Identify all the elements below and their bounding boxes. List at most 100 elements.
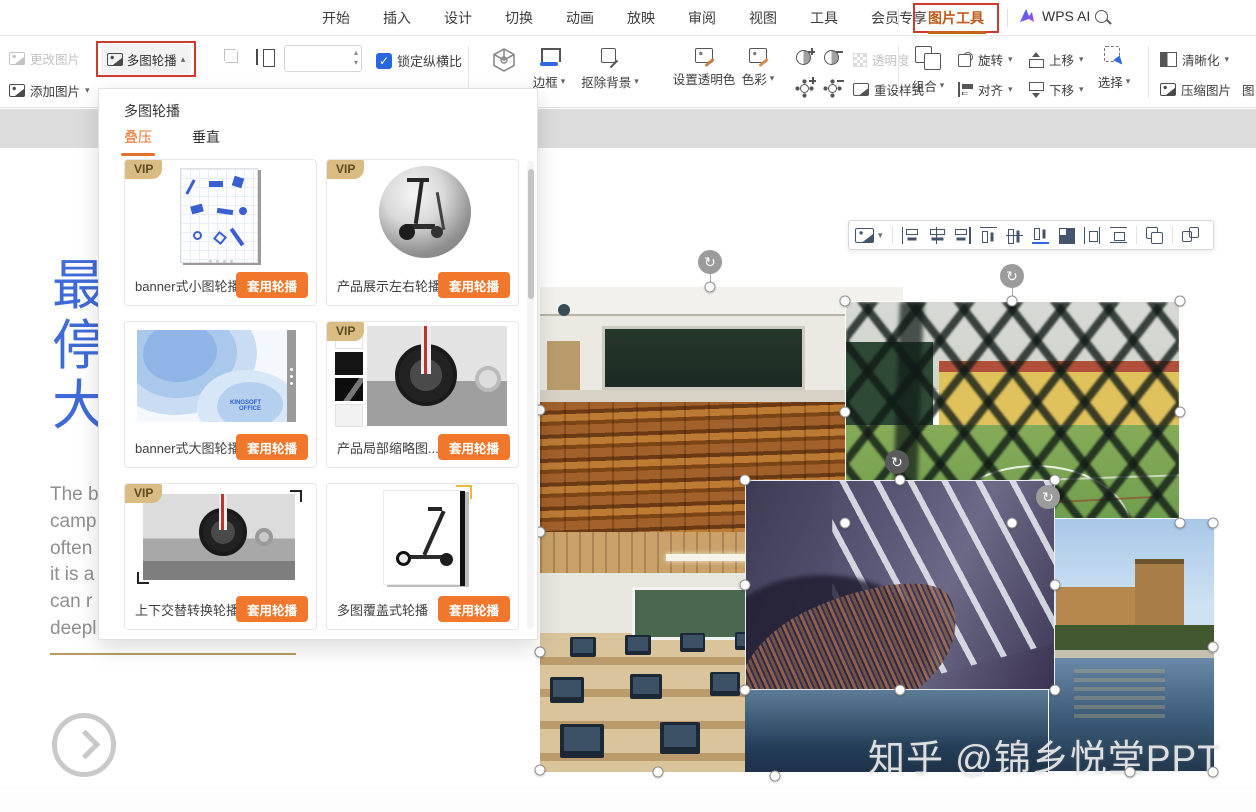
picture-layout-icon[interactable] bbox=[855, 228, 874, 243]
selection-handle[interactable] bbox=[1125, 767, 1136, 778]
group-icon[interactable] bbox=[1146, 227, 1163, 244]
selection-handle[interactable] bbox=[1050, 580, 1061, 591]
selection-handle[interactable] bbox=[535, 765, 546, 776]
tab-animation[interactable]: 动画 bbox=[566, 8, 594, 28]
selection-handle[interactable] bbox=[1175, 518, 1186, 529]
carousel-template-card[interactable]: VIP 产品展示左右轮播 套用轮播 bbox=[326, 159, 519, 306]
next-arrow-button[interactable] bbox=[52, 713, 116, 777]
align-bottom-icon[interactable] bbox=[1032, 227, 1049, 244]
tab-slideshow[interactable]: 放映 bbox=[627, 8, 655, 28]
scrollbar-thumb[interactable] bbox=[528, 169, 534, 299]
selection-handle[interactable] bbox=[705, 282, 716, 293]
tab-design[interactable]: 设计 bbox=[444, 8, 472, 28]
compress-picture-button[interactable]: 压缩图片 图 bbox=[1160, 80, 1255, 99]
bring-forward-button[interactable]: 上移 ▾ bbox=[1028, 50, 1084, 69]
selection-handle[interactable] bbox=[1208, 518, 1219, 529]
send-backward-button[interactable]: 下移 ▾ bbox=[1028, 80, 1084, 99]
selection-handle[interactable] bbox=[535, 647, 546, 658]
remove-background-button[interactable]: 抠除背景▾ bbox=[568, 48, 652, 91]
group-button[interactable]: 组合▾ bbox=[897, 46, 959, 95]
selection-handle[interactable] bbox=[740, 475, 751, 486]
rotation-handle[interactable]: ↻ bbox=[885, 450, 909, 474]
sharpen-button[interactable]: 清晰化 ▾ bbox=[1160, 50, 1229, 69]
crop-icon[interactable] bbox=[221, 49, 238, 66]
rotation-handle[interactable]: ↻ bbox=[1000, 264, 1024, 288]
change-picture-button[interactable]: 更改图片 bbox=[9, 49, 80, 68]
contrast-decrease-icon[interactable] bbox=[824, 50, 839, 65]
tab-vertical[interactable]: 垂直 bbox=[192, 127, 220, 156]
tab-review[interactable]: 审阅 bbox=[688, 8, 716, 28]
brightness-increase-icon[interactable] bbox=[796, 80, 811, 95]
selection-handle[interactable] bbox=[1050, 475, 1061, 486]
carousel-template-card[interactable]: 多图覆盖式轮播 套用轮播 bbox=[326, 483, 519, 630]
tab-transition[interactable]: 切换 bbox=[505, 8, 533, 28]
align-center-horizontal-icon[interactable] bbox=[928, 227, 945, 244]
rotation-handle[interactable]: ↻ bbox=[698, 250, 722, 274]
selection-handle[interactable] bbox=[1007, 518, 1018, 529]
carousel-template-card[interactable]: VIP 产品局部缩略图... 套用轮 bbox=[326, 321, 519, 468]
rotate-button[interactable]: 旋转 ▾ bbox=[958, 50, 1013, 69]
slide-body-text[interactable]: The b camp often it is a can r deepl bbox=[50, 482, 100, 643]
wps-ai-button[interactable]: WPS AI bbox=[1018, 8, 1090, 24]
selection-handle[interactable] bbox=[1175, 407, 1186, 418]
selection-handle[interactable] bbox=[840, 518, 851, 529]
tab-view[interactable]: 视图 bbox=[749, 8, 777, 28]
selection-handle[interactable] bbox=[740, 580, 751, 591]
selection-handle[interactable] bbox=[740, 685, 751, 696]
tab-start[interactable]: 开始 bbox=[322, 8, 350, 28]
spin-down-icon[interactable]: ▾ bbox=[354, 58, 358, 68]
align-middle-vertical-icon[interactable] bbox=[1006, 227, 1023, 244]
distribute-vertical-icon[interactable] bbox=[1110, 227, 1127, 244]
crop-corner-mark bbox=[290, 490, 302, 502]
tab-insert[interactable]: 插入 bbox=[383, 8, 411, 28]
rotation-handle[interactable]: ↻ bbox=[1036, 485, 1060, 509]
tab-tools[interactable]: 工具 bbox=[810, 8, 838, 28]
select-button[interactable]: 选择▾ bbox=[1085, 46, 1143, 91]
carousel-template-card[interactable]: VIP 上下交替转换轮播 套用轮播 bbox=[124, 483, 317, 630]
apply-carousel-button[interactable]: 套用轮播 bbox=[438, 434, 510, 460]
spin-up-icon[interactable]: ▴ bbox=[354, 48, 358, 58]
selection-handle[interactable] bbox=[653, 767, 664, 778]
selection-handle[interactable] bbox=[1050, 685, 1061, 696]
align-button[interactable]: 对齐 ▾ bbox=[958, 80, 1013, 99]
selection-handle[interactable] bbox=[840, 407, 851, 418]
brightness-decrease-icon[interactable] bbox=[824, 80, 839, 95]
align-left-icon[interactable] bbox=[902, 227, 919, 244]
selection-handle[interactable] bbox=[1208, 642, 1219, 653]
clipped-ribbon-item[interactable]: 图 bbox=[1242, 80, 1255, 99]
add-picture-button[interactable]: 添加图片 ▾ bbox=[9, 81, 90, 100]
selection-handle[interactable] bbox=[895, 475, 906, 486]
apply-carousel-button[interactable]: 套用轮播 bbox=[236, 434, 308, 460]
selection-handle[interactable] bbox=[770, 771, 781, 782]
distribute-grid-icon[interactable] bbox=[1058, 227, 1075, 244]
apply-carousel-button[interactable]: 套用轮播 bbox=[438, 272, 510, 298]
columns-icon[interactable] bbox=[256, 49, 274, 65]
align-right-icon[interactable] bbox=[954, 227, 971, 244]
search-icon[interactable] bbox=[1094, 9, 1112, 27]
panel-scrollbar[interactable] bbox=[527, 161, 534, 629]
divider-line bbox=[50, 653, 296, 655]
color-button[interactable]: 色彩▾ bbox=[728, 48, 788, 88]
tab-overlap[interactable]: 叠压 bbox=[124, 127, 152, 156]
checkbox-checked-icon[interactable]: ✓ bbox=[376, 53, 392, 69]
carousel-template-card[interactable]: KINGSOFT OFFICE banner式大图轮播 套用轮播 bbox=[124, 321, 317, 468]
carousel-template-card[interactable]: VIP banner式小图轮播 bbox=[124, 159, 317, 306]
selection-handle[interactable] bbox=[895, 685, 906, 696]
selection-handle[interactable] bbox=[1208, 767, 1219, 778]
apply-carousel-button[interactable]: 套用轮播 bbox=[438, 596, 510, 622]
ungroup-icon[interactable] bbox=[1182, 227, 1199, 244]
library-photo[interactable] bbox=[745, 480, 1055, 690]
contrast-increase-icon[interactable] bbox=[796, 50, 811, 65]
size-spinbox[interactable]: ▴ ▾ bbox=[284, 45, 362, 72]
selection-handle[interactable] bbox=[840, 296, 851, 307]
apply-carousel-button[interactable]: 套用轮播 bbox=[236, 272, 308, 298]
apply-carousel-button[interactable]: 套用轮播 bbox=[236, 596, 308, 622]
selection-handle[interactable] bbox=[1175, 296, 1186, 307]
distribute-horizontal-icon[interactable] bbox=[1084, 227, 1101, 244]
multi-carousel-button[interactable]: 多图轮播 ▴ bbox=[101, 44, 191, 74]
selection-handle[interactable] bbox=[1007, 296, 1018, 307]
tab-picture-tools[interactable]: 图片工具 bbox=[928, 8, 984, 28]
align-top-icon[interactable] bbox=[980, 227, 997, 244]
divider bbox=[1148, 46, 1149, 98]
chevron-down-icon[interactable]: ▾ bbox=[878, 230, 883, 241]
